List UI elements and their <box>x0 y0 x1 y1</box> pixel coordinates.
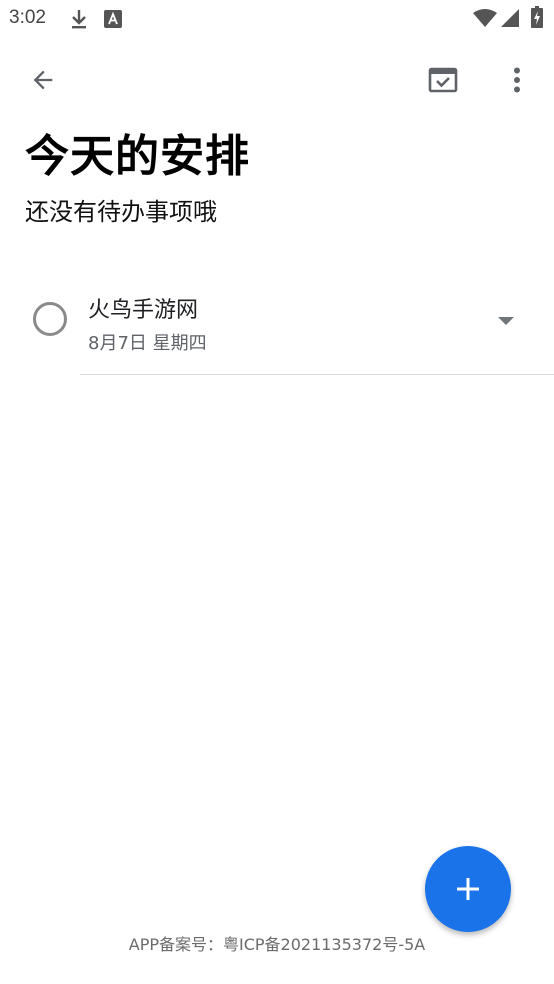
task-item[interactable]: 火鸟手游网 8月7日 星期四 <box>0 276 554 375</box>
task-date: 8月7日 星期四 <box>88 333 207 354</box>
wifi-icon <box>473 9 497 31</box>
calendar-button[interactable] <box>419 56 467 104</box>
page-title: 今天的安排 <box>25 131 250 182</box>
status-bar: 3:02 <box>0 0 554 38</box>
battery-charging-icon <box>531 6 543 32</box>
add-task-button[interactable] <box>425 846 511 932</box>
more-options-button[interactable] <box>493 56 541 104</box>
dropdown-arrow-icon <box>498 316 514 325</box>
task-title: 火鸟手游网 <box>88 298 199 323</box>
status-time: 3:02 <box>9 7 46 28</box>
app-a-icon <box>104 10 122 32</box>
back-button[interactable] <box>19 56 67 104</box>
signal-icon <box>501 9 519 31</box>
footer-icp: APP备案号：粤ICP备2021135372号-5A <box>128 935 426 954</box>
plus-icon <box>457 878 479 900</box>
task-complete-checkbox[interactable] <box>33 302 67 336</box>
expand-task-button[interactable] <box>490 309 522 333</box>
calendar-check-icon <box>428 67 458 93</box>
arrow-left-icon <box>33 70 53 90</box>
download-icon <box>69 8 89 34</box>
page-subtitle: 还没有待办事项哦 <box>25 198 217 226</box>
task-divider <box>80 374 554 375</box>
more-vert-icon <box>514 67 520 93</box>
